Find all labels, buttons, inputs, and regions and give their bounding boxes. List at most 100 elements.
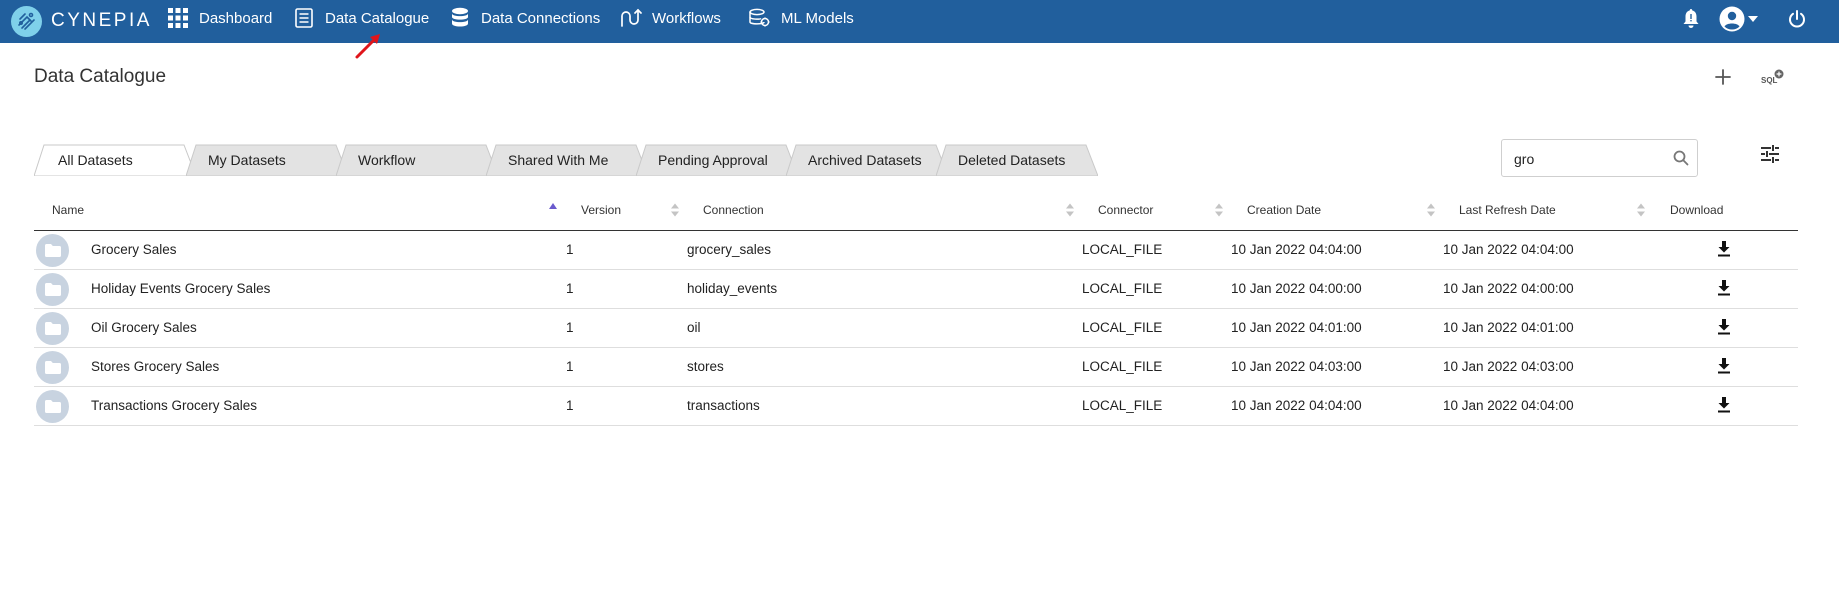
- nav-label: Data Catalogue: [325, 9, 430, 27]
- folder-icon: [36, 390, 69, 423]
- sort-icon[interactable]: [1637, 202, 1645, 218]
- plus-icon: [1715, 69, 1731, 85]
- dataset-connector: LOCAL_FILE: [1082, 398, 1163, 413]
- bell-icon[interactable]: [1679, 7, 1703, 31]
- chevron-down-icon[interactable]: [1746, 7, 1760, 31]
- dataset-connection: oil: [687, 320, 701, 335]
- tab-label: Workflow: [358, 152, 416, 168]
- database-icon: [449, 7, 471, 29]
- dataset-last-refresh-date: 10 Jan 2022 04:04:00: [1443, 398, 1574, 413]
- download-icon[interactable]: [1717, 319, 1731, 335]
- dataset-version: 1: [566, 281, 574, 296]
- workflow-icon: [620, 7, 642, 29]
- grid-icon: [167, 7, 189, 29]
- search-box: [1501, 139, 1698, 177]
- top-navbar: CYNEPIA Dashboard Data Catalogue Data Co…: [0, 0, 1839, 43]
- tab-shared-with-me[interactable]: Shared With Me: [486, 144, 648, 176]
- table-row[interactable]: Oil Grocery Sales 1 oil LOCAL_FILE 10 Ja…: [34, 309, 1798, 348]
- dataset-version: 1: [566, 359, 574, 374]
- search-icon[interactable]: [1673, 150, 1689, 171]
- brand-logo[interactable]: CYNEPIA: [11, 4, 152, 38]
- dataset-connector: LOCAL_FILE: [1082, 359, 1163, 374]
- nav-ml-models[interactable]: ML Models: [749, 0, 854, 36]
- sliders-icon: [1761, 145, 1779, 163]
- search-input[interactable]: [1514, 149, 1664, 169]
- dataset-connection: stores: [687, 359, 724, 374]
- tab-label: All Datasets: [58, 152, 133, 168]
- column-header-download: Download: [1670, 203, 1724, 217]
- tab-all-datasets[interactable]: All Datasets: [34, 144, 196, 176]
- nav-label: ML Models: [781, 9, 854, 27]
- add-dataset-button[interactable]: [1710, 64, 1736, 90]
- dataset-creation-date: 10 Jan 2022 04:03:00: [1231, 359, 1362, 374]
- dataset-last-refresh-date: 10 Jan 2022 04:00:00: [1443, 281, 1574, 296]
- table-row[interactable]: Holiday Events Grocery Sales 1 holiday_e…: [34, 270, 1798, 309]
- tab-label: Archived Datasets: [808, 152, 922, 168]
- folder-icon: [36, 234, 69, 267]
- folder-icon: [36, 351, 69, 384]
- nav-label: Dashboard: [199, 9, 273, 27]
- dataset-creation-date: 10 Jan 2022 04:00:00: [1231, 281, 1362, 296]
- folder-icon: [36, 312, 69, 345]
- nav-dashboard[interactable]: Dashboard: [167, 0, 272, 36]
- dataset-name[interactable]: Stores Grocery Sales: [91, 359, 219, 374]
- cynepia-logo-icon: [11, 5, 42, 37]
- dataset-connector: LOCAL_FILE: [1082, 281, 1163, 296]
- table-row[interactable]: Grocery Sales 1 grocery_sales LOCAL_FILE…: [34, 231, 1798, 270]
- dataset-connection: holiday_events: [687, 281, 778, 296]
- sql-add-icon: SQL: [1761, 69, 1784, 85]
- dataset-last-refresh-date: 10 Jan 2022 04:03:00: [1443, 359, 1574, 374]
- dataset-connector: LOCAL_FILE: [1082, 320, 1163, 335]
- sort-icon[interactable]: [671, 202, 679, 218]
- tab-label: My Datasets: [208, 152, 286, 168]
- sort-icon[interactable]: [1066, 202, 1074, 218]
- dataset-connection: grocery_sales: [687, 242, 772, 257]
- sort-icon[interactable]: [1427, 202, 1435, 218]
- dataset-name[interactable]: Holiday Events Grocery Sales: [91, 281, 270, 296]
- sort-ascending-icon[interactable]: [549, 202, 557, 218]
- tab-my-datasets[interactable]: My Datasets: [186, 144, 348, 176]
- dataset-last-refresh-date: 10 Jan 2022 04:01:00: [1443, 320, 1574, 335]
- sql-query-button[interactable]: SQL: [1758, 66, 1788, 88]
- dataset-name[interactable]: Transactions Grocery Sales: [91, 398, 257, 413]
- column-header-creation-date[interactable]: Creation Date: [1247, 203, 1321, 217]
- table-row[interactable]: Transactions Grocery Sales 1 transaction…: [34, 387, 1798, 426]
- dataset-tabs: All Datasets My Datasets Workflow Shared…: [34, 144, 1114, 176]
- filter-settings-button[interactable]: [1760, 144, 1784, 168]
- tab-label: Pending Approval: [658, 152, 768, 168]
- download-icon[interactable]: [1717, 358, 1731, 374]
- column-header-connector[interactable]: Connector: [1098, 203, 1153, 217]
- nav-label: Data Connections: [481, 9, 601, 27]
- column-header-last-refresh-date[interactable]: Last Refresh Date: [1459, 203, 1556, 217]
- nav-data-connections[interactable]: Data Connections: [449, 0, 600, 36]
- tab-deleted-datasets[interactable]: Deleted Datasets: [936, 144, 1098, 176]
- tab-label: Deleted Datasets: [958, 152, 1066, 168]
- download-icon[interactable]: [1717, 241, 1731, 257]
- nav-label: Workflows: [652, 9, 721, 27]
- download-icon[interactable]: [1717, 280, 1731, 296]
- download-icon[interactable]: [1717, 397, 1731, 413]
- dataset-name[interactable]: Grocery Sales: [91, 242, 177, 257]
- ml-model-icon: [749, 7, 771, 29]
- tab-archived-datasets[interactable]: Archived Datasets: [786, 144, 948, 176]
- dataset-creation-date: 10 Jan 2022 04:04:00: [1231, 242, 1362, 257]
- dataset-creation-date: 10 Jan 2022 04:04:00: [1231, 398, 1362, 413]
- dataset-connection: transactions: [687, 398, 760, 413]
- dataset-connector: LOCAL_FILE: [1082, 242, 1163, 257]
- column-header-version[interactable]: Version: [581, 203, 621, 217]
- column-header-name[interactable]: Name: [52, 203, 84, 217]
- table-row[interactable]: Stores Grocery Sales 1 stores LOCAL_FILE…: [34, 348, 1798, 387]
- dataset-last-refresh-date: 10 Jan 2022 04:04:00: [1443, 242, 1574, 257]
- page-title: Data Catalogue: [34, 66, 167, 87]
- nav-workflows[interactable]: Workflows: [620, 0, 721, 36]
- sort-icon[interactable]: [1215, 202, 1223, 218]
- document-list-icon: [293, 7, 315, 29]
- column-header-connection[interactable]: Connection: [703, 203, 764, 217]
- tab-pending-approval[interactable]: Pending Approval: [636, 144, 798, 176]
- tab-label: Shared With Me: [508, 152, 609, 168]
- folder-icon: [36, 273, 69, 306]
- tab-workflow[interactable]: Workflow: [336, 144, 498, 176]
- dataset-name[interactable]: Oil Grocery Sales: [91, 320, 197, 335]
- power-icon[interactable]: [1785, 7, 1809, 31]
- account-icon[interactable]: [1718, 6, 1746, 32]
